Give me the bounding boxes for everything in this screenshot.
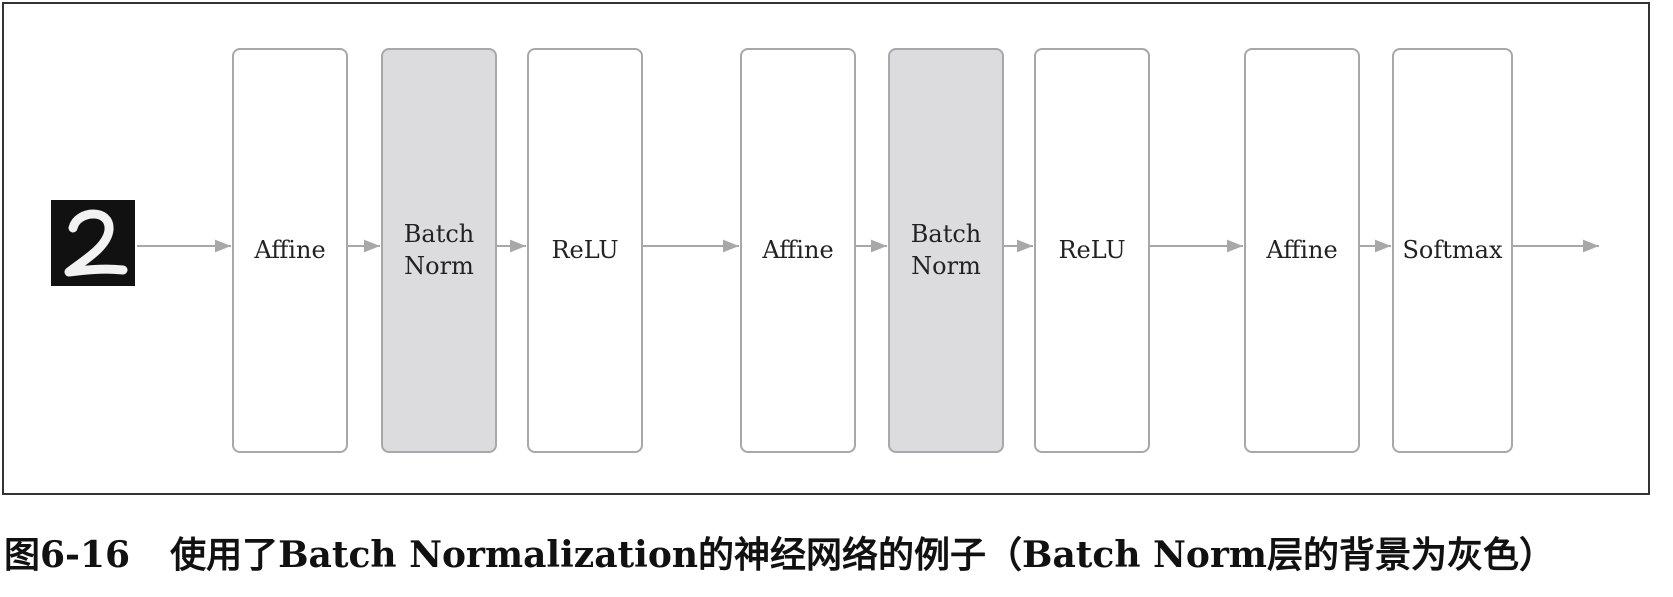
- figure-number: 图6-16: [4, 534, 131, 576]
- figure-caption: 图6-16 使用了Batch Normalization的神经网络的例子（Batc…: [4, 526, 1555, 578]
- figure-caption-text: 使用了Batch Normalization的神经网络的例子（Batch Nor…: [170, 534, 1556, 576]
- connection-arrows: [137, 239, 1599, 253]
